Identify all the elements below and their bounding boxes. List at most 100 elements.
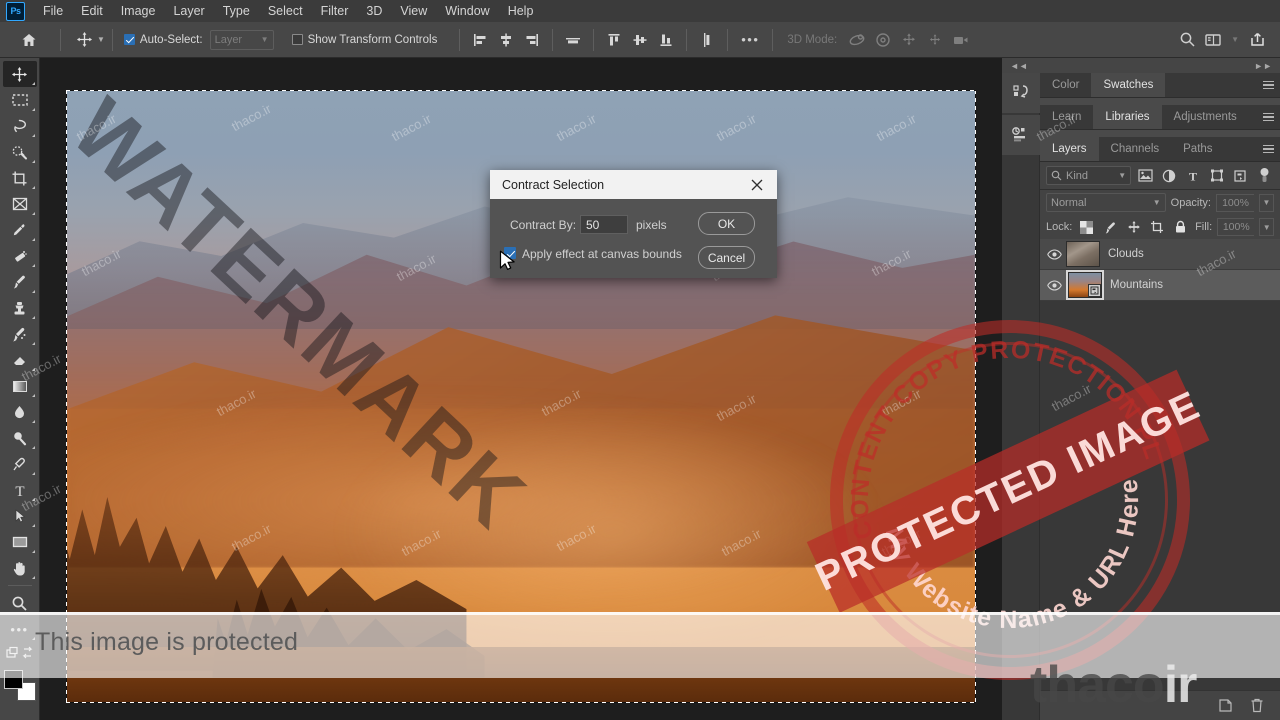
zoom-tool[interactable] [3, 590, 37, 616]
eye-icon[interactable] [1042, 279, 1066, 291]
checkbox-box[interactable] [291, 34, 303, 45]
menu-item-help[interactable]: Help [499, 0, 543, 22]
tab-adjustments[interactable]: Adjustments [1161, 105, 1249, 129]
filter-type-icon[interactable]: T [1183, 166, 1203, 185]
foreground-color-swatch[interactable] [3, 670, 23, 689]
rectangle-tool[interactable] [3, 529, 37, 555]
tab-color[interactable]: Color [1040, 73, 1092, 97]
workspace-icon[interactable] [1200, 27, 1226, 53]
search-icon[interactable] [1174, 27, 1200, 53]
menu-item-layer[interactable]: Layer [164, 0, 213, 22]
slide-3d-icon[interactable] [922, 27, 948, 53]
hand-tool[interactable] [3, 555, 37, 581]
auto-select-scope-select[interactable]: Layer ▼ [209, 29, 274, 50]
menu-item-select[interactable]: Select [259, 0, 312, 22]
align-left-edges-icon[interactable] [467, 27, 493, 53]
filter-adjustment-icon[interactable] [1159, 166, 1179, 185]
layer-row-mountains[interactable]: Mountains [1040, 270, 1280, 301]
frame-tool[interactable] [3, 191, 37, 217]
orbit-3d-icon[interactable] [844, 27, 870, 53]
path-selection-tool[interactable] [3, 503, 37, 529]
tab-paths[interactable]: Paths [1171, 137, 1225, 161]
distribute-vertical-icon[interactable] [694, 27, 720, 53]
lock-position-icon[interactable] [1124, 218, 1143, 236]
align-top-edges-icon[interactable] [601, 27, 627, 53]
lasso-tool[interactable] [3, 113, 37, 139]
camera-3d-icon[interactable] [948, 27, 974, 53]
rectangular-marquee-tool[interactable] [3, 87, 37, 113]
history-panel-icon[interactable] [1002, 73, 1040, 113]
align-vertical-centers-icon[interactable] [627, 27, 653, 53]
collapse-panels-icon[interactable]: ◄◄ [1010, 61, 1028, 71]
lock-image-pixels-icon[interactable] [1101, 218, 1120, 236]
layer-thumbnail-clouds[interactable] [1066, 241, 1100, 267]
panel-menu-icon[interactable] [1256, 105, 1280, 129]
gradient-tool[interactable] [3, 373, 37, 399]
menu-item-view[interactable]: View [391, 0, 436, 22]
crop-tool[interactable] [3, 165, 37, 191]
tab-learn[interactable]: Learn [1040, 105, 1094, 129]
align-right-edges-icon[interactable] [519, 27, 545, 53]
filter-smart-object-icon[interactable] [1230, 166, 1250, 185]
layer-row-clouds[interactable]: Clouds [1040, 239, 1280, 270]
opacity-dropdown-icon[interactable]: ▼ [1259, 193, 1274, 212]
opacity-value[interactable]: 100% [1216, 193, 1254, 212]
close-icon[interactable] [745, 173, 769, 197]
color-swatches[interactable] [3, 670, 36, 701]
menu-item-image[interactable]: Image [112, 0, 165, 22]
edit-toolbar-tool[interactable]: ••• [3, 616, 37, 642]
more-options-button[interactable]: ••• [735, 27, 765, 53]
contract-by-input[interactable]: 50 [580, 215, 628, 234]
menu-item-file[interactable]: File [34, 0, 72, 22]
chevron-down-icon[interactable]: ▼ [1231, 35, 1239, 44]
dock-collapse-bar[interactable]: ◄◄ ►► [1002, 58, 1280, 73]
auto-select-checkbox[interactable]: Auto-Select: [123, 34, 203, 46]
type-tool[interactable]: T [3, 477, 37, 503]
layer-kind-select[interactable]: Kind ▼ [1046, 166, 1132, 185]
menu-item-type[interactable]: Type [214, 0, 259, 22]
move-tool[interactable] [2, 61, 37, 87]
dodge-tool[interactable] [3, 425, 37, 451]
history-brush-tool[interactable] [3, 321, 37, 347]
fill-dropdown-icon[interactable]: ▼ [1259, 218, 1274, 236]
new-layer-icon[interactable] [1216, 697, 1234, 715]
cancel-button[interactable]: Cancel [698, 246, 755, 269]
panel-menu-icon[interactable] [1256, 137, 1280, 161]
tab-channels[interactable]: Channels [1098, 137, 1172, 161]
tab-swatches[interactable]: Swatches [1091, 73, 1166, 97]
menu-item-filter[interactable]: Filter [312, 0, 358, 22]
filter-pixel-icon[interactable] [1135, 166, 1155, 185]
expand-panels-icon[interactable]: ►► [1254, 61, 1272, 71]
align-bottom-edges-icon[interactable] [653, 27, 679, 53]
eraser-tool[interactable] [3, 347, 37, 373]
healing-brush-tool[interactable] [3, 243, 37, 269]
pen-tool[interactable] [3, 451, 37, 477]
pan-3d-icon[interactable] [896, 27, 922, 53]
lock-transparent-pixels-icon[interactable] [1077, 218, 1096, 236]
quick-mask-and-screen-mode[interactable] [3, 642, 37, 664]
panel-menu-icon[interactable] [1256, 73, 1280, 97]
share-icon[interactable] [1244, 27, 1270, 53]
lock-artboard-icon[interactable] [1148, 218, 1167, 236]
current-tool-move[interactable]: ▼ [76, 31, 105, 48]
ok-button[interactable]: OK [698, 212, 755, 235]
quick-selection-tool[interactable] [3, 139, 37, 165]
fill-value[interactable]: 100% [1217, 218, 1255, 236]
menu-item-3d[interactable]: 3D [357, 0, 391, 22]
show-transform-controls-checkbox[interactable]: Show Transform Controls [291, 34, 437, 46]
chevron-down-icon[interactable]: ▼ [97, 35, 105, 44]
filter-shape-icon[interactable] [1207, 166, 1227, 185]
eyedropper-tool[interactable] [3, 217, 37, 243]
clone-stamp-tool[interactable] [3, 295, 37, 321]
blend-mode-select[interactable]: Normal ▼ [1046, 193, 1166, 212]
filter-toggle-icon[interactable] [1254, 166, 1274, 185]
actions-panel-icon[interactable] [1002, 115, 1040, 155]
tab-libraries[interactable]: Libraries [1093, 105, 1162, 129]
lock-all-icon[interactable] [1171, 218, 1190, 236]
delete-layer-icon[interactable] [1248, 697, 1266, 715]
checkbox-box[interactable] [123, 34, 135, 45]
contract-selection-dialog[interactable]: Contract Selection Contract By: 50 pixel… [490, 170, 777, 278]
align-horizontal-centers-icon[interactable] [493, 27, 519, 53]
menu-item-edit[interactable]: Edit [72, 0, 112, 22]
blur-tool[interactable] [3, 399, 37, 425]
